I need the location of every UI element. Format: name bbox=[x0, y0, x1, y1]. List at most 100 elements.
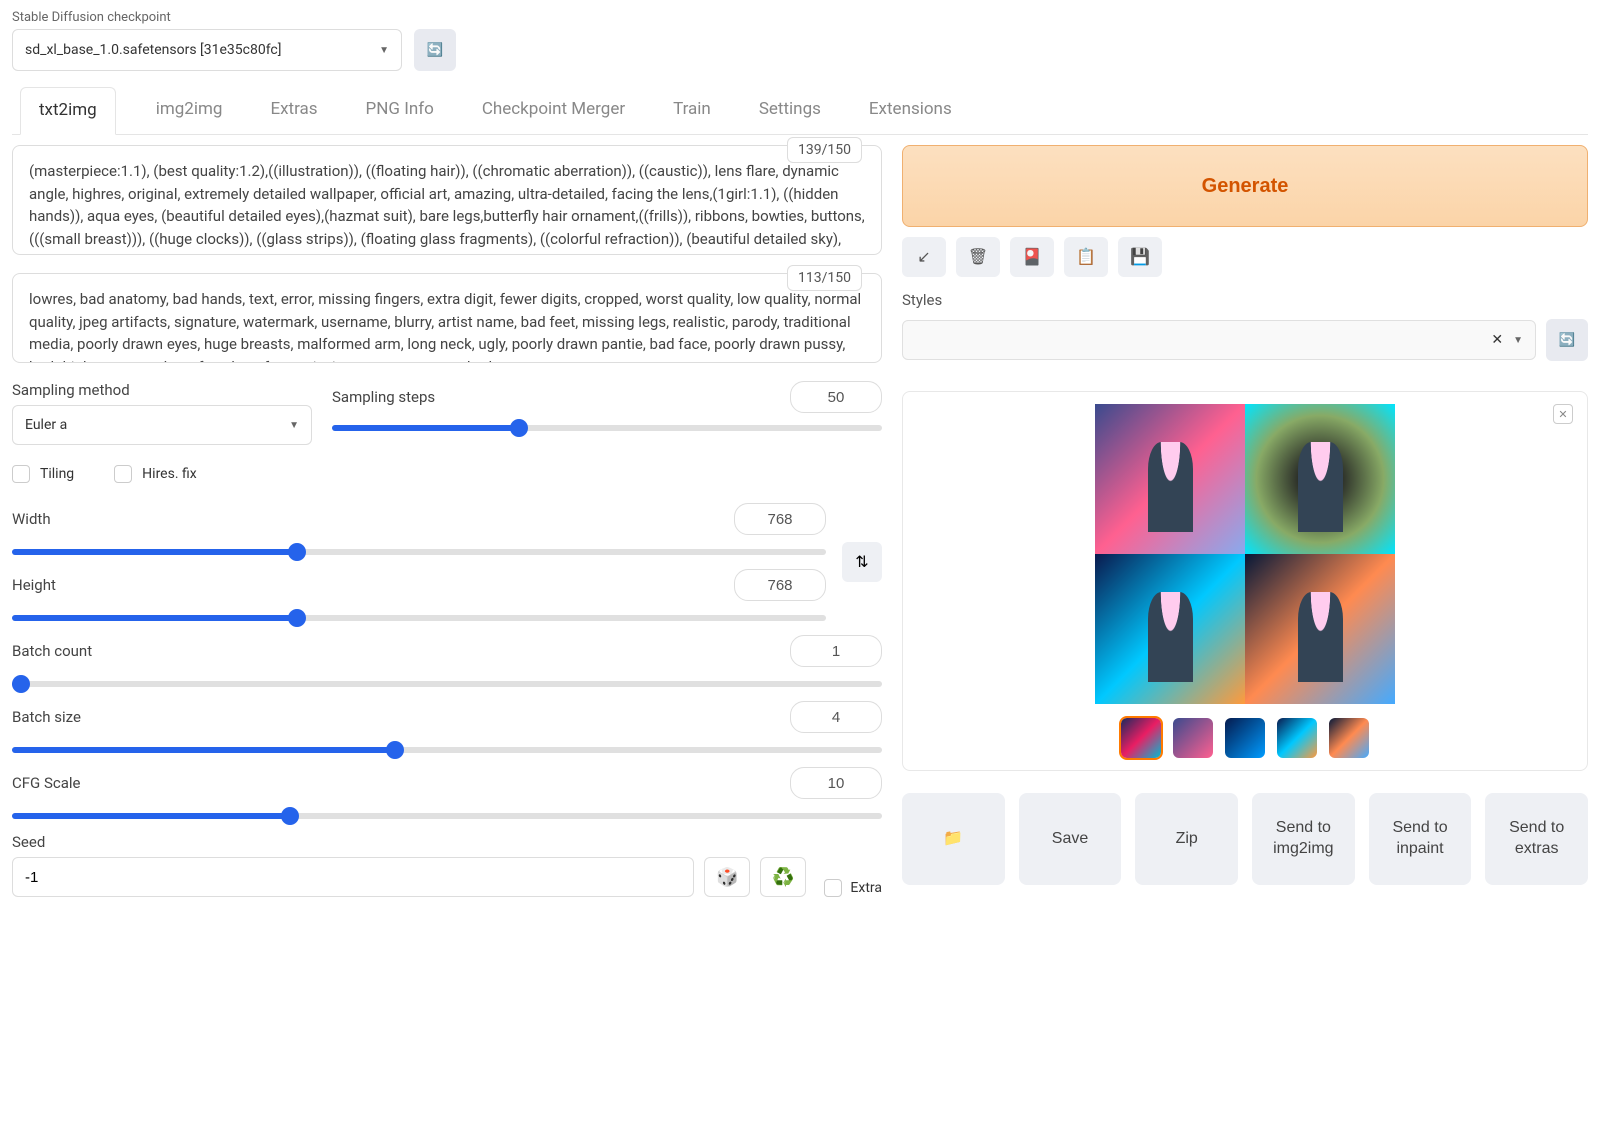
card-icon: 🎴 bbox=[1022, 247, 1042, 267]
reuse-seed-button[interactable]: ♻️ bbox=[760, 857, 806, 897]
tab-pnginfo[interactable]: PNG Info bbox=[358, 87, 442, 135]
output-panel: ✕ bbox=[902, 391, 1588, 771]
styles-select[interactable]: ✕ ▼ bbox=[902, 320, 1536, 360]
tab-merger[interactable]: Checkpoint Merger bbox=[474, 87, 633, 135]
swap-icon: ⇅ bbox=[855, 554, 868, 571]
checkpoint-group: Stable Diffusion checkpoint sd_xl_base_1… bbox=[12, 10, 402, 71]
width-block: Width bbox=[12, 503, 826, 555]
tab-extras[interactable]: Extras bbox=[262, 87, 325, 135]
randomize-seed-button[interactable]: 🎲 bbox=[704, 857, 750, 897]
extra-seed-checkbox[interactable]: Extra bbox=[824, 879, 882, 897]
checkpoint-label: Stable Diffusion checkpoint bbox=[12, 10, 402, 25]
neg-prompt-wrap: 113/150 bbox=[12, 273, 882, 367]
thumbnail-2[interactable] bbox=[1225, 718, 1265, 758]
send-inpaint-button[interactable]: Send to inpaint bbox=[1369, 793, 1472, 885]
hires-fix-checkbox[interactable]: Hires. fix bbox=[114, 465, 197, 483]
open-folder-button[interactable]: 📁 bbox=[902, 793, 1005, 885]
clear-icon[interactable]: ✕ bbox=[1491, 332, 1503, 348]
thumbnail-1[interactable] bbox=[1173, 718, 1213, 758]
thumbnail-3[interactable] bbox=[1277, 718, 1317, 758]
seed-input[interactable] bbox=[12, 857, 694, 897]
checkpoint-select[interactable]: sd_xl_base_1.0.safetensors [31e35c80fc] … bbox=[12, 29, 402, 71]
batch-count-slider[interactable] bbox=[12, 681, 882, 687]
sampling-steps-label: Sampling steps bbox=[332, 388, 435, 406]
refresh-styles-button[interactable]: 🔄 bbox=[1546, 319, 1588, 361]
checkbox-row: Tiling Hires. fix bbox=[12, 465, 882, 483]
height-block: Height bbox=[12, 569, 826, 621]
refresh-icon: 🔄 bbox=[1559, 332, 1576, 348]
refresh-checkpoint-button[interactable]: 🔄 bbox=[414, 29, 456, 71]
save-button[interactable]: Save bbox=[1019, 793, 1122, 885]
cfg-label: CFG Scale bbox=[12, 774, 81, 792]
height-input[interactable] bbox=[734, 569, 826, 601]
tab-extensions[interactable]: Extensions bbox=[861, 87, 960, 135]
checkbox-icon bbox=[12, 465, 30, 483]
output-actions-row: 📁 Save Zip Send to img2img Send to inpai… bbox=[902, 793, 1588, 885]
arrow-down-left-button[interactable]: ↙ bbox=[902, 237, 946, 277]
refresh-icon: 🔄 bbox=[427, 42, 444, 58]
close-icon: ✕ bbox=[1558, 408, 1567, 421]
sampling-method-group: Sampling method Euler a ▼ bbox=[12, 381, 312, 445]
batch-count-input[interactable] bbox=[790, 635, 882, 667]
generate-button[interactable]: Generate bbox=[902, 145, 1588, 227]
zip-button[interactable]: Zip bbox=[1135, 793, 1238, 885]
card-button[interactable]: 🎴 bbox=[1010, 237, 1054, 277]
seed-label: Seed bbox=[12, 833, 882, 851]
prompt-token-counter: 139/150 bbox=[787, 137, 862, 163]
cfg-input[interactable] bbox=[790, 767, 882, 799]
thumbnail-4[interactable] bbox=[1329, 718, 1369, 758]
cfg-block: CFG Scale bbox=[12, 767, 882, 819]
extra-label: Extra bbox=[850, 880, 882, 896]
sampling-steps-group: Sampling steps bbox=[332, 381, 882, 445]
tab-train[interactable]: Train bbox=[665, 87, 719, 135]
quick-icons-row: ↙ 🗑 🎴 📋 💾 bbox=[902, 237, 1588, 277]
sampling-steps-slider[interactable] bbox=[332, 425, 882, 431]
width-label: Width bbox=[12, 510, 51, 528]
recycle-icon: ♻️ bbox=[772, 867, 794, 887]
output-grid-image[interactable] bbox=[1095, 404, 1395, 704]
sampling-row: Sampling method Euler a ▼ Sampling steps bbox=[12, 381, 882, 445]
seed-row: 🎲 ♻️ Extra bbox=[12, 857, 882, 897]
width-slider[interactable] bbox=[12, 549, 826, 555]
chevron-down-icon: ▼ bbox=[1513, 335, 1523, 346]
close-output-button[interactable]: ✕ bbox=[1553, 404, 1573, 424]
sampling-method-select[interactable]: Euler a ▼ bbox=[12, 405, 312, 445]
sampling-method-label: Sampling method bbox=[12, 381, 312, 399]
main-content: 139/150 113/150 Sampling method Euler a … bbox=[12, 145, 1588, 897]
chevron-down-icon: ▼ bbox=[289, 420, 299, 431]
hires-label: Hires. fix bbox=[142, 466, 197, 482]
thumbnail-grid[interactable] bbox=[1121, 718, 1161, 758]
batch-size-slider[interactable] bbox=[12, 747, 882, 753]
send-img2img-button[interactable]: Send to img2img bbox=[1252, 793, 1355, 885]
height-label: Height bbox=[12, 576, 56, 594]
arrow-icon: ↙ bbox=[917, 247, 930, 267]
negative-prompt-input[interactable] bbox=[12, 273, 882, 363]
trash-button[interactable]: 🗑 bbox=[956, 237, 1000, 277]
width-input[interactable] bbox=[734, 503, 826, 535]
batch-count-label: Batch count bbox=[12, 642, 92, 660]
tiling-checkbox[interactable]: Tiling bbox=[12, 465, 74, 483]
swap-dimensions-button[interactable]: ⇅ bbox=[842, 542, 882, 582]
tab-txt2img[interactable]: txt2img bbox=[20, 87, 116, 135]
dimensions-row: Width Height bbox=[12, 503, 882, 621]
right-column: Generate ↙ 🗑 🎴 📋 💾 Styles ✕ ▼ 🔄 ✕ bbox=[902, 145, 1588, 897]
batch-size-input[interactable] bbox=[790, 701, 882, 733]
tab-img2img[interactable]: img2img bbox=[148, 87, 231, 135]
tab-settings[interactable]: Settings bbox=[751, 87, 829, 135]
prompt-wrap: 139/150 bbox=[12, 145, 882, 259]
checkbox-icon bbox=[114, 465, 132, 483]
folder-icon: 📁 bbox=[943, 829, 963, 850]
batch-size-block: Batch size bbox=[12, 701, 882, 753]
sampling-steps-input[interactable] bbox=[790, 381, 882, 413]
thumbnail-row bbox=[1121, 718, 1369, 758]
prompt-input[interactable] bbox=[12, 145, 882, 255]
clipboard-icon: 📋 bbox=[1076, 247, 1096, 267]
send-extras-button[interactable]: Send to extras bbox=[1485, 793, 1588, 885]
clipboard-button[interactable]: 📋 bbox=[1064, 237, 1108, 277]
neg-token-counter: 113/150 bbox=[787, 265, 862, 291]
dice-icon: 🎲 bbox=[716, 867, 738, 887]
save-icon-button[interactable]: 💾 bbox=[1118, 237, 1162, 277]
cfg-slider[interactable] bbox=[12, 813, 882, 819]
height-slider[interactable] bbox=[12, 615, 826, 621]
dim-col: Width Height bbox=[12, 503, 826, 621]
